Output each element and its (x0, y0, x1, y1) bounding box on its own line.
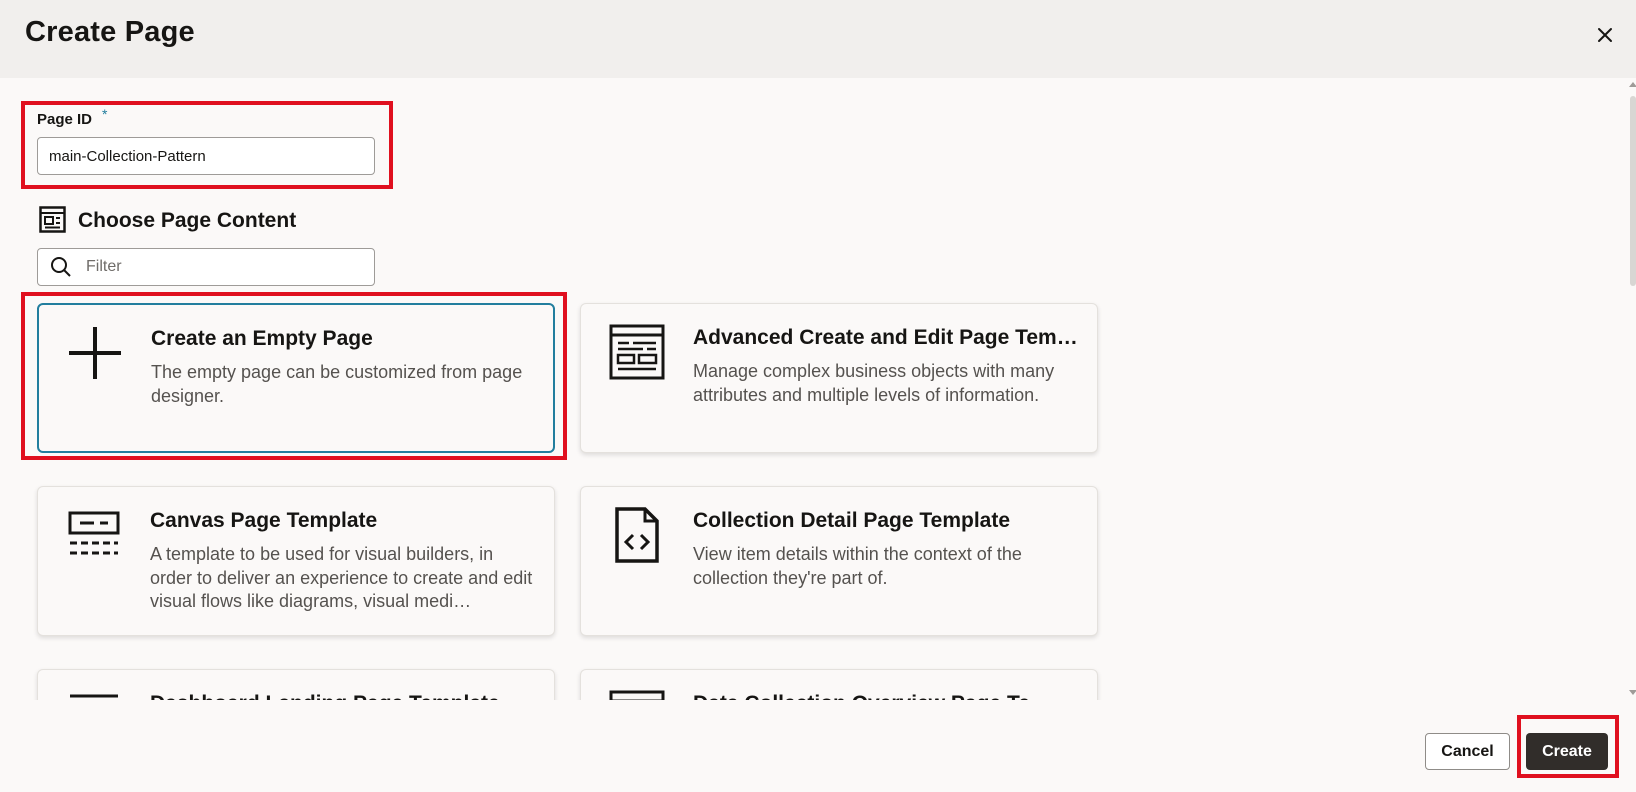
dialog-title: Create Page (25, 16, 195, 48)
template-card-canvas-page[interactable]: Canvas Page Template A template to be us… (37, 486, 555, 636)
template-card-advanced-create-edit[interactable]: Advanced Create and Edit Page Temp... Ma… (580, 303, 1098, 453)
form-layout-icon (609, 324, 665, 380)
scroll-up-arrow-icon[interactable] (1629, 82, 1636, 87)
template-card-dashboard-landing[interactable]: Dashboard Landing Page Template (37, 669, 555, 700)
template-card-collection-detail[interactable]: Collection Detail Page Template View ite… (580, 486, 1098, 636)
page-id-label: Page ID (37, 111, 93, 128)
list-layout-icon (609, 690, 665, 700)
scrollbar-thumb[interactable] (1630, 96, 1636, 286)
highlight-create-button (1517, 715, 1619, 778)
code-file-icon (615, 507, 659, 563)
template-card-description: A template to be used for visual builder… (150, 544, 533, 611)
choose-page-content-heading: Choose Page Content (78, 209, 297, 232)
dialog-header: Create Page (0, 0, 1636, 78)
template-card-description: Manage complex business objects with man… (693, 361, 1055, 405)
canvas-icon (68, 511, 120, 555)
filter-field[interactable] (37, 248, 375, 286)
scroll-down-arrow-icon[interactable] (1629, 690, 1636, 695)
template-card-description: View item details within the context of … (693, 544, 1022, 588)
page-id-input[interactable] (37, 137, 375, 175)
template-card-title: Canvas Page Template (150, 509, 378, 532)
dashboard-icon (70, 694, 118, 698)
close-icon (1598, 28, 1612, 42)
close-button[interactable] (1590, 20, 1620, 50)
dialog-footer (0, 700, 1636, 792)
filter-input[interactable] (86, 250, 366, 284)
cancel-button[interactable]: Cancel (1425, 733, 1510, 770)
page-layout-icon (39, 206, 66, 233)
template-card-title: Advanced Create and Edit Page Temp... (693, 326, 1083, 349)
required-indicator: * (102, 106, 108, 122)
template-card-title: Dashboard Landing Page Template (150, 692, 540, 700)
template-card-title: Collection Detail Page Template (693, 509, 1011, 532)
search-icon (51, 257, 71, 277)
highlight-empty-page-card (21, 292, 567, 460)
template-card-data-collection-overview[interactable]: Data Collection Overview Page Te... (580, 669, 1098, 700)
template-card-title: Data Collection Overview Page Te... (693, 692, 1083, 700)
